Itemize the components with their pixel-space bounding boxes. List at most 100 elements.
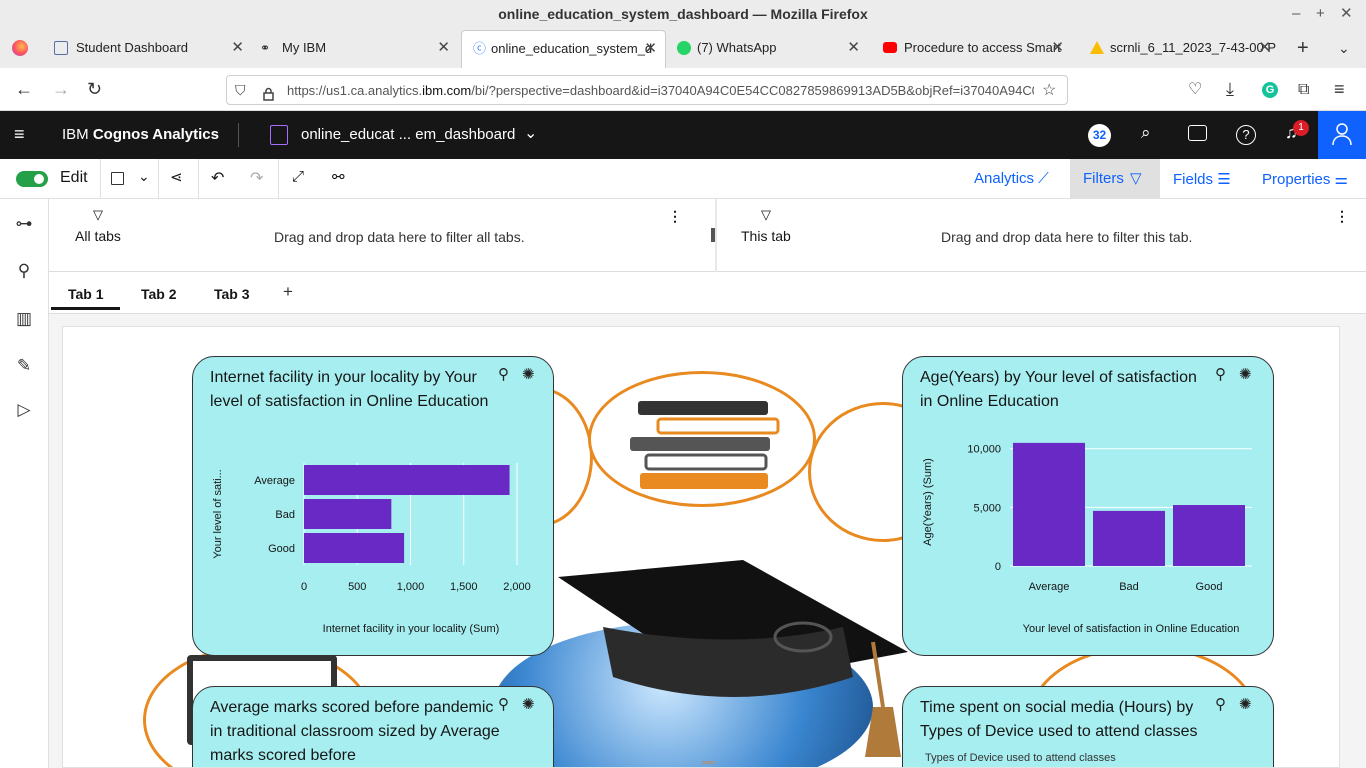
browser-tab-whatsapp[interactable]: (7) WhatsApp ✕ — [650, 28, 868, 68]
browser-tab-bar: Student Dashboard ✕ ⚭ My IBM ✕ ⓒ online_… — [0, 28, 1366, 68]
url-prefix: https://us1.ca.analytics. — [287, 83, 423, 98]
edit-toolbar: Edit ⌄ ⋖ ↶ ↷ ⤢ ⚯ Analytics ⟋ Filters ▽ F… — [0, 159, 1366, 199]
chevron-down-icon[interactable]: ⌄ — [524, 123, 537, 143]
properties-label: Properties — [1262, 171, 1331, 188]
y-axis-title: Age(Years) (Sum) — [922, 458, 934, 546]
save-icon[interactable] — [111, 172, 124, 185]
search-icon[interactable]: ⌕ — [1141, 123, 1151, 143]
browser-tab-my-ibm[interactable]: ⚭ My IBM ✕ — [236, 28, 458, 68]
forward-icon[interactable]: → — [52, 68, 70, 111]
menu-icon[interactable]: ≡ — [1334, 68, 1345, 111]
extensions-icon[interactable]: ⧉ — [1298, 68, 1309, 111]
downloads-icon[interactable]: ⤓ — [1226, 68, 1234, 111]
redo-icon[interactable]: ↷ — [250, 168, 263, 188]
header-divider — [238, 123, 239, 147]
browser-tab-online-education[interactable]: ⓒ online_education_system_d ✕ — [461, 30, 666, 68]
browser-tab-procedure[interactable]: Procedure to access Smart ✕ — [858, 28, 1072, 68]
visualizations-icon[interactable]: ▥ — [13, 309, 35, 331]
y-tick-label: 10,000 — [967, 444, 1001, 456]
firefox-icon[interactable] — [12, 40, 28, 56]
url-bar[interactable]: ⛉ https://us1.ca.analytics.ibm.com/bi/?p… — [226, 75, 1068, 105]
tab-2[interactable]: Tab 2 — [141, 286, 177, 302]
overflow-menu-icon[interactable]: ⋮ — [1335, 208, 1349, 225]
new-tab-icon[interactable]: + — [1297, 28, 1309, 68]
tab-3[interactable]: Tab 3 — [214, 286, 250, 302]
left-rail: ⊶ ⚲ ▥ ✎ ▷ — [0, 199, 49, 768]
x-tick-label: 1,000 — [397, 581, 425, 593]
x-tick-label: 1,500 — [450, 581, 478, 593]
back-icon[interactable]: ← — [15, 68, 33, 111]
x-axis-title: Your level of satisfaction in Online Edu… — [1023, 623, 1240, 635]
widgets-icon[interactable]: ✎ — [13, 356, 35, 378]
chart-card-average-marks[interactable]: Average marks scored before pandemic in … — [192, 686, 554, 767]
tab-1[interactable]: Tab 1 — [68, 286, 104, 302]
youtube-icon — [883, 42, 897, 53]
filters-button[interactable]: Filters ▽ — [1070, 159, 1160, 199]
fields-button[interactable]: Fields ☰ — [1173, 170, 1231, 188]
save-dropdown-icon[interactable]: ⌄ — [138, 168, 150, 185]
minimize-icon[interactable]: – — [1292, 0, 1300, 28]
browser-tab-student-dashboard[interactable]: Student Dashboard ✕ — [30, 28, 252, 68]
hamburger-menu-icon[interactable]: ≡ — [14, 123, 25, 145]
count-badge[interactable]: 32 — [1088, 124, 1111, 147]
filters-label: Filters — [1083, 170, 1124, 187]
edit-toggle[interactable] — [16, 171, 48, 187]
properties-icon: ⚌ — [1334, 171, 1348, 188]
fullscreen-icon[interactable]: ⤢ — [292, 168, 304, 185]
reload-icon[interactable]: ↻ — [87, 68, 102, 111]
settings-icon[interactable]: ✺ — [1239, 695, 1252, 713]
bookmark-star-icon[interactable]: ☆ — [1042, 76, 1056, 104]
x-axis-title: Internet facility in your locality (Sum) — [323, 623, 500, 635]
chat-icon[interactable] — [1188, 125, 1207, 141]
grammarly-icon[interactable]: G — [1262, 82, 1278, 98]
overflow-menu-icon[interactable]: ⋮ — [668, 208, 682, 225]
add-tab-button[interactable]: + — [283, 282, 293, 302]
media-icon[interactable]: ▷ — [13, 400, 35, 422]
help-icon[interactable]: ? — [1236, 125, 1256, 145]
whatsapp-icon — [677, 41, 691, 55]
tab-label: Student Dashboard — [76, 40, 189, 55]
chart-card-age[interactable]: Age(Years) by Your level of satisfaction… — [902, 356, 1274, 656]
data-tree-icon[interactable]: ⊶ — [13, 214, 35, 236]
lock-icon[interactable] — [263, 82, 274, 101]
divider — [100, 159, 101, 199]
maximize-icon[interactable]: + — [1316, 0, 1325, 28]
shield-icon[interactable]: ⛉ — [235, 76, 246, 104]
all-tabs-drop-zone[interactable]: Drag and drop data here to filter all ta… — [274, 229, 525, 245]
insights-lightbulb-icon[interactable]: ⚲ — [1215, 695, 1226, 713]
url-text[interactable]: https://us1.ca.analytics.ibm.com/bi/?per… — [287, 76, 1034, 104]
cognos-tab-icon: ⓒ — [473, 41, 487, 56]
close-tab-icon[interactable]: ✕ — [1051, 28, 1064, 68]
chart-card-internet-facility[interactable]: Internet facility in your locality by Yo… — [192, 356, 554, 656]
undo-icon[interactable]: ↶ — [211, 168, 224, 188]
drive-icon — [1090, 41, 1104, 54]
chart-card-social-media[interactable]: Time spent on social media (Hours) by Ty… — [902, 686, 1274, 767]
analytics-icon: ⟋ — [1038, 170, 1049, 187]
close-window-icon[interactable]: ✕ — [1340, 0, 1353, 28]
pin-icon[interactable]: ⚲ — [13, 261, 35, 283]
dashboard-icon — [54, 41, 68, 55]
analytics-button[interactable]: Analytics ⟋ — [974, 170, 1049, 187]
close-tab-icon[interactable]: ✕ — [1258, 28, 1271, 68]
browser-tab-scrnli[interactable]: scrnli_6_11_2023_7-43-00 P ✕ — [1065, 28, 1279, 68]
this-tab-drop-zone[interactable]: Drag and drop data here to filter this t… — [941, 229, 1192, 245]
toggle-knob — [34, 174, 44, 184]
cognos-header: ≡ IBM Cognos Analytics online_educat ...… — [0, 111, 1366, 159]
pocket-icon[interactable]: ♡ — [1188, 68, 1202, 111]
list-tabs-icon[interactable]: ⌄ — [1338, 28, 1350, 68]
filter-icon: ▽ — [93, 207, 103, 222]
properties-button[interactable]: Properties ⚌ — [1262, 170, 1348, 188]
dashboard-name[interactable]: online_educat ... em_dashboard — [301, 126, 515, 144]
insights-lightbulb-icon[interactable]: ⚲ — [498, 695, 509, 713]
fields-label: Fields — [1173, 171, 1214, 188]
y-axis-title: Your level of sati... — [212, 469, 224, 558]
user-avatar[interactable] — [1318, 111, 1366, 159]
chart-subtitle: Types of Device used to attend classes — [925, 752, 1116, 764]
product-name[interactable]: IBM Cognos Analytics — [62, 126, 219, 144]
scroll-handle[interactable] — [702, 761, 715, 764]
x-tick-label: 0 — [301, 581, 307, 593]
settings-icon[interactable]: ✺ — [522, 695, 535, 713]
relationship-icon[interactable]: ⚯ — [332, 168, 345, 186]
close-tab-icon[interactable]: ✕ — [437, 28, 450, 68]
share-icon[interactable]: ⋖ — [170, 168, 183, 186]
